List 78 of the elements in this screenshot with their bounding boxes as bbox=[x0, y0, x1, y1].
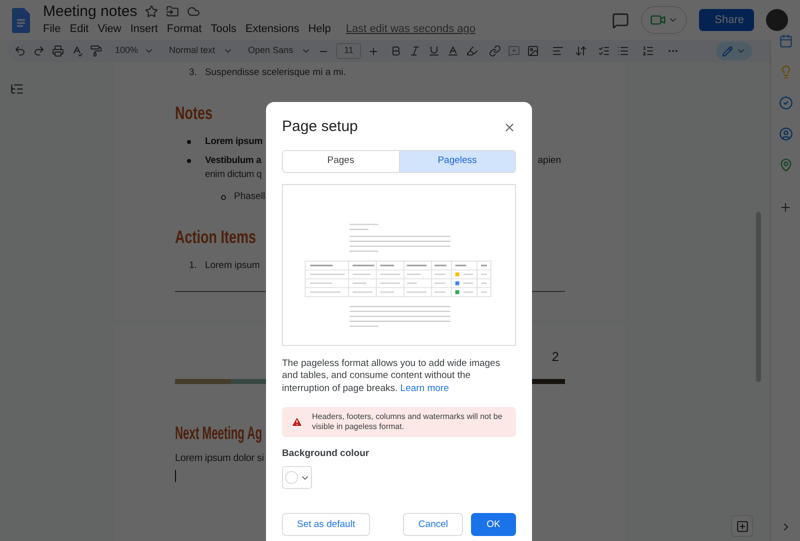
menu-item[interactable]: File bbox=[43, 20, 61, 38]
document-title[interactable]: Meeting notes bbox=[43, 2, 138, 21]
bullet-text: Lorem ipsum bbox=[205, 135, 262, 150]
description-text: The pageless format allows you to add wide images and tables, and consume content without the interruption of page breaks. Learn more bbox=[282, 358, 502, 395]
menu-item[interactable]: Format bbox=[166, 20, 202, 38]
list-item-text: Suspendisse scelerisque mi a mi. bbox=[204, 66, 346, 80]
add-comment-icon[interactable] bbox=[508, 45, 520, 57]
cloud-icon[interactable] bbox=[187, 5, 200, 18]
warning-icon bbox=[291, 416, 303, 428]
text-cursor bbox=[175, 470, 176, 482]
menu-item[interactable]: Tools bbox=[210, 20, 236, 38]
add-icon[interactable] bbox=[779, 201, 792, 214]
learn-more-link[interactable]: Learn more bbox=[400, 382, 449, 394]
increase-size-icon[interactable] bbox=[368, 46, 380, 56]
background-colour-label: Background colour bbox=[282, 447, 370, 461]
contacts-icon[interactable] bbox=[778, 127, 792, 141]
primary-button[interactable]: OK bbox=[471, 513, 516, 536]
avatar[interactable] bbox=[766, 9, 788, 31]
editing-mode-button[interactable] bbox=[716, 42, 752, 60]
close-icon[interactable] bbox=[503, 120, 516, 134]
menu-item[interactable]: Insert bbox=[130, 20, 158, 38]
dialog-title: Page setup bbox=[282, 117, 358, 137]
comment-icon[interactable] bbox=[612, 12, 629, 28]
align-icon[interactable] bbox=[552, 45, 564, 57]
menu-item[interactable]: Help bbox=[308, 20, 331, 38]
last-edit-link[interactable]: Last edit was seconds ago bbox=[346, 20, 476, 38]
share-button[interactable]: Share bbox=[699, 9, 754, 31]
add-icon bbox=[736, 520, 748, 532]
page-number: 2 bbox=[552, 348, 559, 366]
meet-button[interactable] bbox=[641, 6, 687, 34]
tab[interactable]: Pageless bbox=[398, 150, 515, 172]
docs-logo-icon[interactable] bbox=[12, 8, 30, 32]
list-item-text: Lorem ipsum bbox=[204, 259, 260, 274]
list-number: 3. bbox=[189, 66, 197, 80]
paint-format-icon[interactable] bbox=[90, 45, 102, 57]
outline-icon[interactable] bbox=[10, 82, 24, 96]
paragraph-text: Lorem ipsum dolor si bbox=[175, 452, 264, 466]
italic-icon[interactable] bbox=[409, 45, 422, 57]
dialog-button[interactable]: Set as default bbox=[282, 513, 370, 536]
print-icon[interactable] bbox=[52, 45, 64, 57]
font-size-field[interactable]: 11 bbox=[336, 43, 362, 59]
line-spacing-icon[interactable] bbox=[575, 45, 588, 57]
link-icon[interactable] bbox=[489, 45, 502, 57]
bullet-text: apien bbox=[538, 154, 561, 168]
tasks-icon[interactable] bbox=[778, 96, 792, 110]
bullet-text: enim dictum q bbox=[205, 168, 262, 182]
menu-item[interactable]: View bbox=[98, 20, 122, 38]
heading-text: Action Items bbox=[175, 226, 256, 250]
colour-swatch bbox=[284, 471, 298, 484]
underline-icon[interactable] bbox=[428, 45, 440, 57]
calendar-icon[interactable] bbox=[778, 34, 792, 48]
undo-icon[interactable] bbox=[14, 45, 26, 57]
bold-icon[interactable] bbox=[390, 45, 402, 57]
folder-icon[interactable] bbox=[166, 5, 180, 18]
zoom-dropdown[interactable]: 100% bbox=[115, 44, 154, 58]
list-number: 1. bbox=[189, 259, 197, 274]
heading-text: Next Meeting Ag bbox=[175, 422, 262, 445]
highlighter-icon[interactable] bbox=[466, 45, 478, 57]
menu-item[interactable]: Extensions bbox=[245, 20, 300, 38]
scrollbar-thumb[interactable] bbox=[756, 212, 761, 382]
star-icon[interactable] bbox=[145, 5, 158, 18]
bullet-text: Phasell bbox=[234, 190, 266, 204]
spellcheck-icon[interactable] bbox=[71, 45, 83, 57]
heading-text: Notes bbox=[175, 102, 212, 126]
dialog-button[interactable]: Cancel bbox=[403, 513, 463, 536]
font-dropdown[interactable]: Open Sans bbox=[248, 44, 312, 58]
text-color-icon[interactable] bbox=[447, 45, 460, 57]
pencil-icon bbox=[722, 46, 733, 56]
explore-button[interactable] bbox=[731, 515, 753, 537]
menu-item[interactable]: Edit bbox=[70, 20, 89, 38]
numbered-list-icon[interactable] bbox=[642, 45, 654, 57]
maps-icon[interactable] bbox=[778, 158, 792, 172]
bullet-text: Vestibulum a bbox=[205, 154, 262, 168]
warning-text: Headers, footers, columns and watermarks will not be visible in pageless format. bbox=[312, 412, 504, 432]
image-icon[interactable] bbox=[527, 45, 540, 57]
checklist-icon[interactable] bbox=[598, 45, 610, 57]
style-dropdown[interactable]: Normal text bbox=[169, 44, 234, 58]
redo-icon[interactable] bbox=[33, 45, 45, 57]
